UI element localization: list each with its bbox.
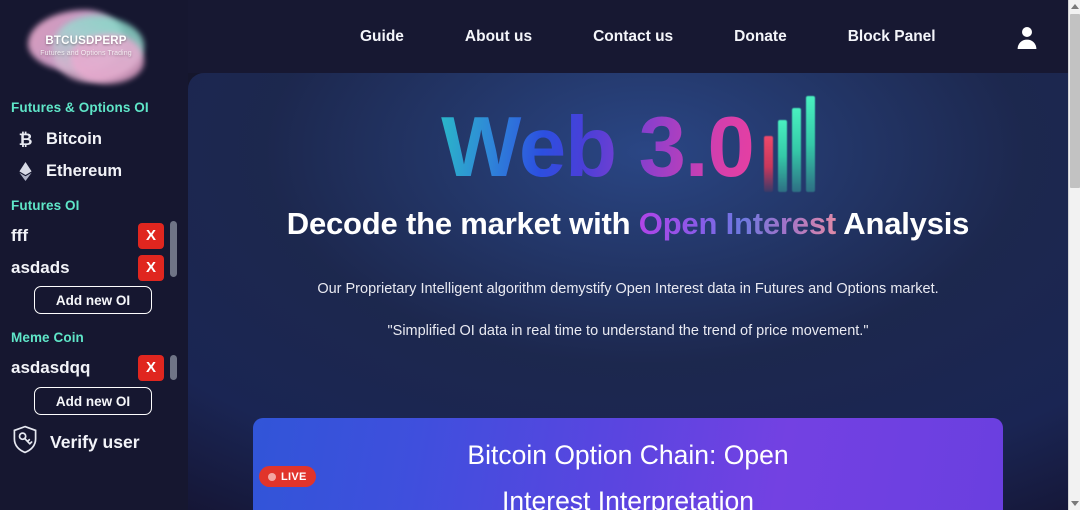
live-badge-label: LIVE: [281, 470, 307, 483]
list-item-oi[interactable]: asdasdqq X: [0, 352, 188, 384]
sidebar-heading-futures-oi: Futures OI: [11, 198, 80, 213]
main-content-panel: Web 3.0 Decode the market with Open Inte…: [188, 73, 1068, 510]
sidebar: BTCUSDPERP Futures and Options Trading F…: [0, 0, 188, 510]
video-card-title-line-2: Interest Interpretation: [502, 486, 754, 510]
meme-coin-list-scrollbar[interactable]: [170, 355, 177, 380]
app-root: BTCUSDPERP Futures and Options Trading F…: [0, 0, 1080, 510]
logo-text-group: BTCUSDPERP Futures and Options Trading: [22, 34, 150, 60]
video-card-title-line-1: Bitcoin Option Chain: Open: [467, 440, 789, 470]
nav-item-about-us[interactable]: About us: [465, 22, 532, 52]
user-account-icon[interactable]: [1014, 24, 1040, 50]
ethereum-icon: [17, 161, 34, 181]
hero-section: Web 3.0 Decode the market with Open Inte…: [188, 73, 1068, 341]
sidebar-item-ethereum-label: Ethereum: [46, 161, 123, 180]
shield-key-icon: [12, 425, 38, 459]
sidebar-heading-futures-options-oi: Futures & Options OI: [11, 100, 149, 115]
verify-user-label: Verify user: [50, 431, 140, 452]
page-title: Web 3.0: [441, 100, 755, 195]
candle-bar-4: [805, 96, 815, 192]
delete-oi-button[interactable]: X: [138, 255, 164, 281]
sidebar-item-verify-user[interactable]: Verify user: [0, 425, 188, 459]
tagline-post: Analysis: [836, 206, 970, 241]
logo-title: BTCUSDPERP: [45, 35, 127, 47]
futures-oi-list-scrollbar[interactable]: [170, 221, 177, 277]
candle-bar-3: [791, 108, 801, 192]
delete-oi-button[interactable]: X: [138, 223, 164, 249]
sidebar-item-bitcoin[interactable]: ₿ Bitcoin: [0, 123, 188, 155]
tagline-accent: Open Interest: [638, 206, 837, 241]
oi-name: asdads: [11, 258, 70, 277]
nav-links: Guide About us Contact us Donate Block P…: [360, 22, 936, 52]
scroll-down-arrow-icon[interactable]: [1069, 497, 1080, 510]
site-logo[interactable]: BTCUSDPERP Futures and Options Trading: [22, 4, 150, 90]
nav-item-guide[interactable]: Guide: [360, 22, 404, 52]
sidebar-heading-meme-coin: Meme Coin: [11, 330, 84, 345]
page-scrollbar[interactable]: [1068, 0, 1080, 510]
video-card-title: Bitcoin Option Chain: Open Interest Inte…: [253, 418, 1003, 510]
nav-item-contact-us[interactable]: Contact us: [593, 22, 673, 52]
candlestick-chart-icon: [763, 96, 815, 196]
candle-bar-2: [777, 120, 787, 192]
logo-subtitle: Futures and Options Trading: [40, 50, 132, 57]
video-card-bitcoin-option-chain[interactable]: Bitcoin Option Chain: Open Interest Inte…: [253, 418, 1003, 510]
hero-paragraph-2: "Simplified OI data in real time to unde…: [387, 323, 869, 339]
bitcoin-icon: ₿: [18, 129, 33, 149]
scroll-up-arrow-icon[interactable]: [1069, 0, 1080, 13]
hero-paragraph-1: Our Proprietary Intelligent algorithm de…: [317, 281, 939, 297]
add-new-oi-button-meme[interactable]: Add new OI: [34, 387, 152, 415]
live-dot-icon: [268, 472, 276, 481]
candle-bar-1: [763, 136, 773, 192]
list-item-oi[interactable]: asdads X: [0, 252, 188, 284]
nav-item-donate[interactable]: Donate: [734, 22, 787, 52]
top-navigation-bar: Guide About us Contact us Donate Block P…: [188, 0, 1068, 73]
hero-title-row: Web 3.0: [188, 96, 1068, 196]
scrollbar-thumb[interactable]: [1070, 14, 1080, 188]
list-item-oi[interactable]: fff X: [0, 220, 188, 252]
oi-name: asdasdqq: [11, 358, 91, 377]
add-new-oi-button-futures[interactable]: Add new OI: [34, 286, 152, 314]
tagline-pre: Decode the market with: [286, 206, 639, 241]
delete-oi-button[interactable]: X: [138, 355, 164, 381]
sidebar-item-bitcoin-label: Bitcoin: [46, 129, 102, 148]
status-badge-live: LIVE: [259, 466, 316, 487]
nav-item-block-panel[interactable]: Block Panel: [848, 22, 936, 52]
oi-name: fff: [11, 226, 28, 245]
sidebar-item-ethereum[interactable]: Ethereum: [0, 155, 188, 187]
hero-tagline: Decode the market with Open Interest Ana…: [188, 206, 1068, 242]
